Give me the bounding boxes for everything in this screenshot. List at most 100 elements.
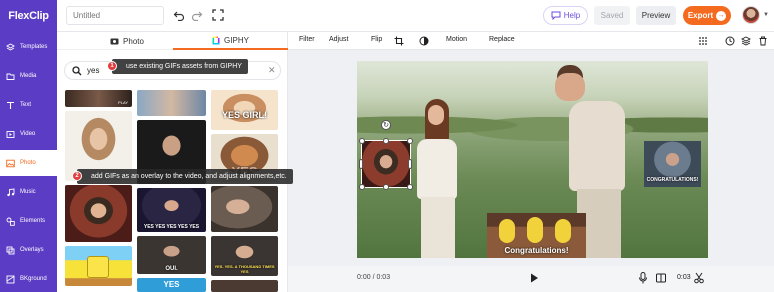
gif-thumbnail[interactable]: YES. YES. A THOUSAND TIMES YES — [211, 236, 278, 276]
gif-caption: OUI. — [165, 266, 178, 272]
folder-icon — [6, 72, 15, 81]
sidebar-item-label: Elements — [20, 218, 46, 224]
callout-text: add GIFs as an overlay to the video, and… — [91, 173, 287, 180]
app-logo[interactable]: FlexClip — [0, 0, 57, 32]
motion-button[interactable]: Motion — [446, 36, 467, 43]
callout-text: use existing GIFs assets from GIPHY — [126, 63, 242, 70]
gif-thumbnail[interactable] — [65, 185, 132, 242]
camera-icon — [110, 38, 119, 45]
adjust-button[interactable]: Adjust — [329, 36, 348, 43]
gif-caption: PLAY — [118, 100, 128, 105]
avatar[interactable] — [742, 6, 760, 24]
sidebar-item-elements[interactable]: Elements — [0, 208, 57, 234]
video-canvas[interactable]: ↻ CONGRATULATIONS! Congratulations! — [357, 61, 708, 258]
sidebar-item-music[interactable]: Music — [0, 179, 57, 205]
clear-icon[interactable]: ✕ — [268, 65, 276, 76]
resize-handle[interactable] — [359, 138, 365, 144]
video-icon — [6, 130, 15, 139]
gif-caption: YES GIRL! — [221, 110, 267, 120]
gif-overlay[interactable]: Congratulations! — [487, 213, 586, 258]
preview-button[interactable]: Preview — [636, 6, 676, 25]
sidebar-item-video[interactable]: Video — [0, 121, 57, 147]
clock-icon[interactable] — [724, 35, 735, 46]
help-label: Help — [563, 11, 581, 20]
sidebar-item-media[interactable]: Media — [0, 63, 57, 89]
fullscreen-icon[interactable] — [211, 8, 225, 22]
flip-button[interactable]: Flip — [371, 36, 382, 43]
export-button[interactable]: Export → — [683, 6, 731, 25]
sidebar-item-templates[interactable]: Templates — [0, 34, 57, 60]
resize-handle[interactable] — [359, 184, 365, 190]
resize-handle[interactable] — [383, 138, 389, 144]
sidebar: Templates Media Text Video Photo Music E… — [0, 32, 57, 292]
sidebar-item-photo[interactable]: Photo — [0, 150, 57, 176]
gif-thumbnail[interactable]: YES — [137, 278, 206, 292]
tab-photo[interactable]: Photo — [97, 32, 157, 50]
gif-overlay-caption: CONGRATULATIONS! — [646, 177, 699, 183]
help-button[interactable]: Help — [543, 6, 588, 25]
gif-caption: YES YES YES YES YES — [143, 224, 200, 230]
edit-toolbar: Filter Adjust Flip Motion Replace — [288, 32, 774, 50]
crop-icon[interactable] — [393, 35, 404, 46]
sidebar-item-label: Text — [20, 102, 32, 108]
opacity-icon[interactable] — [418, 35, 429, 46]
top-bar: FlexClip Help Saved Preview Export → ▼ — [0, 0, 774, 32]
clip-duration: 0:03 — [677, 274, 691, 281]
time-display: 0:00 / 0:03 — [357, 274, 391, 281]
tab-giphy[interactable]: GIPHY — [173, 32, 288, 50]
gif-thumbnail[interactable] — [211, 280, 278, 292]
filter-button[interactable]: Filter — [299, 36, 315, 43]
gif-thumbnail[interactable]: YES YES YES YES YES — [137, 188, 206, 232]
gif-overlay-caption: Congratulations! — [504, 246, 569, 255]
music-icon — [6, 187, 15, 197]
play-icon[interactable] — [528, 272, 540, 284]
gif-thumbnail[interactable]: PLAY — [65, 90, 132, 107]
gif-thumbnail[interactable]: OUI. — [137, 236, 206, 274]
resize-handle[interactable] — [407, 138, 413, 144]
step-number-badge: 2 — [72, 171, 82, 181]
gif-thumbnail[interactable]: YES GIRL! — [211, 90, 278, 130]
gif-caption: YES — [163, 280, 180, 289]
grid-icon[interactable] — [697, 35, 708, 46]
split-view-icon[interactable] — [656, 273, 666, 283]
gif-overlay[interactable]: CONGRATULATIONS! — [644, 141, 701, 187]
export-label: Export — [687, 11, 714, 20]
tab-label: Photo — [123, 36, 144, 46]
playback-bar: 0:00 / 0:03 0:03 — [288, 266, 774, 292]
gif-thumbnail[interactable] — [137, 90, 206, 116]
sidebar-item-label: Media — [20, 73, 37, 79]
layers-stack-icon[interactable] — [740, 35, 751, 46]
sidebar-item-overlays[interactable]: Overlays — [0, 237, 57, 263]
sidebar-item-label: Photo — [20, 160, 36, 166]
layers-icon — [6, 42, 15, 52]
resize-handle[interactable] — [359, 159, 363, 169]
replace-button[interactable]: Replace — [489, 36, 515, 43]
resize-handle[interactable] — [408, 159, 412, 169]
gif-thumbnail[interactable] — [65, 246, 132, 286]
sidebar-item-label: Video — [20, 131, 36, 137]
selection-border — [361, 140, 411, 188]
redo-icon[interactable] — [190, 8, 204, 22]
sidebar-item-label: BKground — [20, 276, 47, 282]
overlay-icon — [6, 246, 15, 255]
project-title-input[interactable] — [66, 6, 164, 25]
resize-handle[interactable] — [407, 184, 413, 190]
tree-line — [357, 101, 708, 141]
search-value: yes — [87, 66, 100, 75]
saved-status: Saved — [594, 6, 630, 25]
selected-gif-overlay[interactable] — [361, 140, 411, 188]
scissors-icon[interactable] — [694, 272, 704, 284]
sidebar-item-bkground[interactable]: BKground — [0, 266, 57, 292]
woman-figure — [415, 99, 461, 258]
chevron-down-icon[interactable]: ▼ — [763, 12, 769, 18]
microphone-icon[interactable] — [638, 272, 648, 284]
rotate-icon[interactable]: ↻ — [381, 120, 391, 130]
undo-icon[interactable] — [172, 8, 186, 22]
delete-icon[interactable] — [757, 35, 768, 46]
gif-thumbnail[interactable] — [211, 186, 278, 232]
spongebob-shape — [87, 256, 109, 278]
step-number-badge: 1 — [107, 61, 117, 71]
resize-handle[interactable] — [383, 184, 389, 190]
sidebar-item-text[interactable]: Text — [0, 92, 57, 118]
panel-tabs: Photo GIPHY — [57, 32, 288, 50]
